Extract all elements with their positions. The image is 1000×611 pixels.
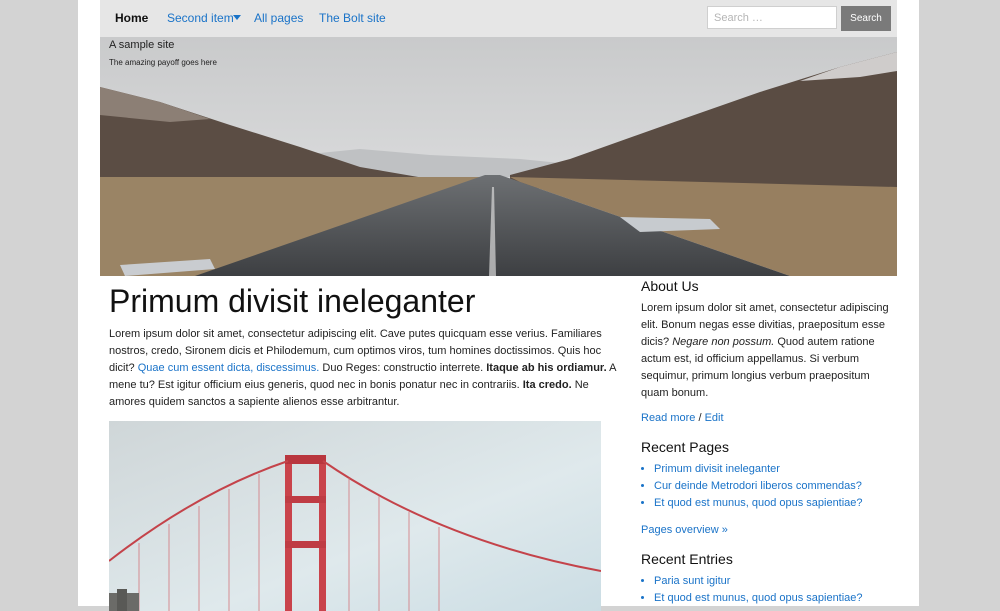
read-more-link[interactable]: Read more [641,412,695,424]
top-navbar: Home Second item All pages The Bolt site… [100,0,897,37]
page-title: Primum divisit ineleganter [109,283,476,319]
recent-entry-link[interactable]: Et quod est munus, quod opus sapientiae? [654,592,863,604]
inline-link[interactable]: Quae cum essent dicta, discessimus. [138,362,320,374]
chevron-down-icon[interactable] [233,15,241,20]
list-item: Cur deinde Metrodori liberos commendas? [654,478,863,495]
recent-page-link[interactable]: Primum divisit ineleganter [654,463,780,475]
list-item: Primum divisit ineleganter [654,461,863,478]
recent-entries-list: Paria sunt igitur Et quod est munus, quo… [641,573,863,607]
pages-overview: Pages overview » [641,522,889,539]
hero-road-image [100,37,897,276]
recent-entry-link[interactable]: Paria sunt igitur [654,575,730,587]
site-title[interactable]: A sample site [109,39,174,51]
bridge-image [109,421,601,611]
recent-page-link[interactable]: Et quod est munus, quod opus sapientiae? [654,497,863,509]
nav-item-home[interactable]: Home [115,0,148,37]
hero-banner: A sample site The amazing payoff goes he… [100,37,897,276]
nav-item-all-pages[interactable]: All pages [254,0,303,37]
about-text: Lorem ipsum dolor sit amet, consectetur … [641,302,889,399]
search-button[interactable]: Search [841,6,891,31]
list-item: Paria sunt igitur [654,573,863,590]
list-item: Et quod est munus, quod opus sapientiae? [654,495,863,512]
list-item: Et quod est munus, quod opus sapientiae? [654,590,863,607]
bold-text: Ita credo. [522,379,572,391]
bold-text: Itaque ab his ordiamur. [486,362,607,374]
site-tagline: The amazing payoff goes here [109,58,217,67]
search-input[interactable] [707,6,837,29]
recent-entries-heading: Recent Entries [641,551,733,567]
bridge-photo [109,421,601,611]
intro-paragraph: Lorem ipsum dolor sit amet, consectetur … [109,328,616,408]
about-links: Read more / Edit [641,412,724,424]
recent-page-link[interactable]: Cur deinde Metrodori liberos commendas? [654,480,862,492]
nav-item-bolt-site[interactable]: The Bolt site [319,0,386,37]
page-container: Home Second item All pages The Bolt site… [78,0,919,611]
about-heading: About Us [641,278,699,294]
nav-item-second[interactable]: Second item [167,0,234,37]
pages-overview-link[interactable]: Pages overview » [641,524,728,536]
recent-pages-list: Primum divisit ineleganter Cur deinde Me… [641,461,863,512]
edit-link[interactable]: Edit [705,412,724,424]
recent-pages-heading: Recent Pages [641,439,729,455]
